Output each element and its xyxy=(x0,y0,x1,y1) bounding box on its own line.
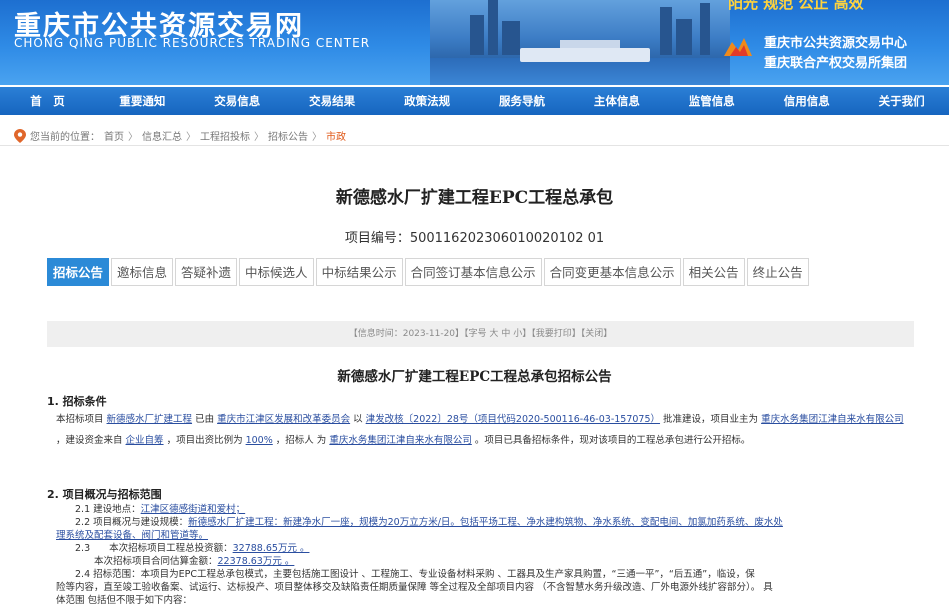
nav-notices[interactable]: 重要通知 xyxy=(95,87,190,115)
location-pin-icon xyxy=(14,128,26,143)
nav-policy[interactable]: 政策法规 xyxy=(380,87,475,115)
print-link[interactable]: 【我要打印】 xyxy=(531,329,581,339)
org-name-2: 重庆联合产权交易所集团 xyxy=(764,56,908,71)
project-title: 新德感水厂扩建工程EPC工程总承包 xyxy=(335,188,614,208)
divider xyxy=(0,145,949,146)
tab-candidates[interactable]: 中标候选人 xyxy=(239,258,314,286)
tab-termination[interactable]: 终止公告 xyxy=(746,258,809,286)
tab-related[interactable]: 相关公告 xyxy=(682,258,745,286)
breadcrumb-summary[interactable]: 信息汇总 xyxy=(142,128,182,143)
font-size-label: 【字号 xyxy=(464,329,487,339)
info-bar: 【信息时间：2023-11-20】【字号 大 中 小】【我要打印】【关闭】 xyxy=(47,321,914,347)
nav-trade-results[interactable]: 交易结果 xyxy=(285,87,380,115)
line-scope-2: 险等内容，直至竣工验收备案、试运行、达标投产、项目整体移交及缺陷责任期质量保障 … xyxy=(56,582,773,593)
line-scale-cont: 理系统及配套设备、阀门和管道等。 xyxy=(56,530,209,541)
breadcrumb-tender[interactable]: 招标公告 xyxy=(268,128,308,143)
font-small-link[interactable]: 小 xyxy=(513,329,522,339)
tab-contract-signing[interactable]: 合同签订基本信息公示 xyxy=(404,258,542,286)
org-logo-icon xyxy=(724,38,752,56)
tab-invitation[interactable]: 邀标信息 xyxy=(111,258,174,286)
tab-tender-notice[interactable]: 招标公告 xyxy=(47,258,110,286)
section-1-title: 1. 招标条件 xyxy=(47,395,107,408)
project-code: 项目编号：500116202306010020102 01 xyxy=(344,231,605,246)
tab-contract-change[interactable]: 合同变更基本信息公示 xyxy=(543,258,681,286)
tab-qa[interactable]: 答疑补遗 xyxy=(175,258,238,286)
line-location: 2.1 建设地点：江津区德感街道和爱村； xyxy=(56,504,246,515)
nav-home[interactable]: 首 页 xyxy=(0,87,95,115)
font-medium-link[interactable]: 中 xyxy=(501,329,510,339)
breadcrumb-prefix: 您当前的位置： xyxy=(30,132,100,143)
site-subtitle: CHONG QING PUBLIC RESOURCES TRADING CENT… xyxy=(14,36,371,50)
ship-image xyxy=(520,48,650,62)
breadcrumb-current[interactable]: 市政 xyxy=(326,128,346,143)
nav-service[interactable]: 服务导航 xyxy=(475,87,570,115)
line-investment: 2.3 本次招标项目工程总投资额：32788.65万元 。 xyxy=(56,543,310,554)
close-link[interactable]: 【关闭】 xyxy=(581,329,613,339)
breadcrumb-engineering[interactable]: 工程招投标 xyxy=(200,128,250,143)
slogan: 阳光 规范 公正 高效 xyxy=(728,0,864,12)
section-2-title: 2. 项目概况与招标范围 xyxy=(47,488,162,501)
line-scope-1: 2.4 招标范围：本项目为EPC工程总承包模式，主要包括施工图设计 、工程施工、… xyxy=(56,569,755,580)
section-1-text: 本招标项目 新德感水厂扩建工程 已由 重庆市江津区发展和改革委员会 以 津发改核… xyxy=(56,414,904,446)
nav-entity-info[interactable]: 主体信息 xyxy=(569,87,664,115)
tab-award-results[interactable]: 中标结果公示 xyxy=(315,258,403,286)
line-contract-amount: 本次招标项目合同估算金额：22378.63万元 。 xyxy=(56,556,295,567)
announcement-title: 新德感水厂扩建工程EPC工程总承包招标公告 xyxy=(337,369,612,385)
nav-trade-info[interactable]: 交易信息 xyxy=(190,87,285,115)
notice-tabs: 招标公告 邀标信息 答疑补遗 中标候选人 中标结果公示 合同签订基本信息公示 合… xyxy=(47,258,811,286)
org-name-1: 重庆市公共资源交易中心 xyxy=(764,36,908,51)
info-time: 【信息时间：2023-11-20】 xyxy=(348,329,465,339)
nav-credit[interactable]: 信用信息 xyxy=(759,87,854,115)
line-scope-3: 体范围 包括但不限于如下内容： xyxy=(56,595,193,606)
nav-about[interactable]: 关于我们 xyxy=(854,87,949,115)
breadcrumb-home[interactable]: 首页 xyxy=(104,128,124,143)
section-2-text: 2.1 建设地点：江津区德感街道和爱村； 2.2 项目概况与建设规模：新德感水厂… xyxy=(56,503,914,607)
font-large-link[interactable]: 大 xyxy=(489,329,498,339)
main-nav: 首 页 重要通知 交易信息 交易结果 政策法规 服务导航 主体信息 监管信息 信… xyxy=(0,87,949,115)
breadcrumb: 您当前的位置： 首页 〉 信息汇总 〉 工程招投标 〉 招标公告 〉 市政 xyxy=(14,128,346,143)
line-scale: 2.2 项目概况与建设规模：新德感水厂扩建工程：新建净水厂一座，规模为20万立方… xyxy=(56,517,783,528)
site-header: 重庆市公共资源交易网 CHONG QING PUBLIC RESOURCES T… xyxy=(0,0,949,85)
font-size-suffix: 】 xyxy=(522,329,532,339)
nav-supervision[interactable]: 监管信息 xyxy=(664,87,759,115)
